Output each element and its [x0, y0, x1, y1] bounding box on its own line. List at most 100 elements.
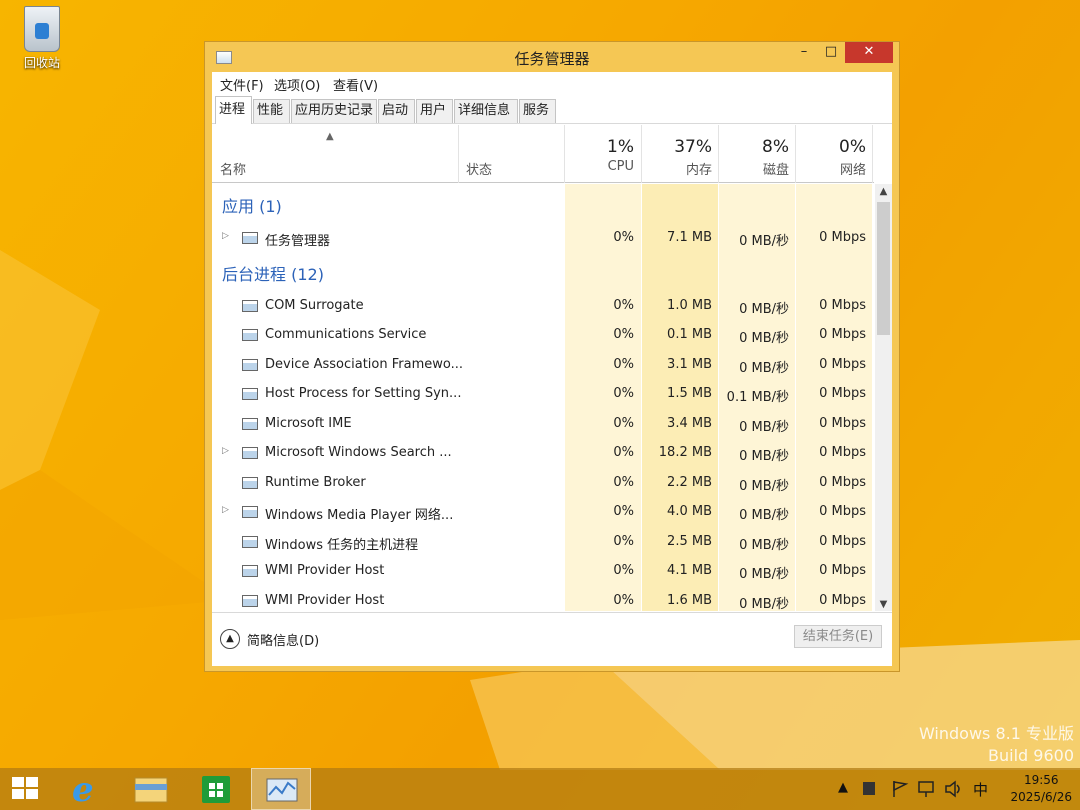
process-memory: 1.6 MB: [667, 592, 712, 608]
process-list: 应用 (1) ▷ 任务管理器 0% 7.1 MB 0 MB/秒 0 Mbps 后台进程 (12…: [212, 184, 874, 611]
internet-explorer-button[interactable]: e: [58, 768, 118, 810]
title-bar[interactable]: 任务管理器 – □ ✕: [205, 42, 899, 72]
column-headers: ▲ 名称 状态 1% CPU 37% 内存 8% 磁盘 0% 网络: [212, 125, 874, 183]
volume-icon[interactable]: [944, 779, 964, 810]
fewer-details-link[interactable]: 简略信息(D): [247, 630, 319, 649]
process-row[interactable]: Device Association Framewo... 0% 3.1 MB 0 M…: [212, 351, 874, 380]
process-memory: 2.5 MB: [667, 533, 712, 549]
recycle-bin-icon[interactable]: 回收站: [14, 6, 70, 71]
process-row[interactable]: Host Process for Setting Syn... 0% 1.5 MB 0…: [212, 380, 874, 409]
process-icon: [242, 358, 258, 371]
process-network: 0 Mbps: [819, 297, 866, 313]
close-button[interactable]: ✕: [845, 42, 893, 63]
network-icon[interactable]: [917, 779, 937, 810]
process-cpu: 0%: [613, 386, 634, 401]
maximize-button[interactable]: □: [817, 42, 845, 63]
process-memory: 3.1 MB: [667, 356, 712, 372]
menu-view[interactable]: 查看(V): [333, 75, 378, 94]
column-disk[interactable]: 磁盘: [718, 159, 789, 178]
menu-file[interactable]: 文件(F): [220, 75, 264, 94]
process-row[interactable]: ▷ Windows Media Player 网络... 0% 4.0 MB 0 MB/…: [212, 498, 874, 527]
process-disk: 0 MB/秒: [739, 537, 789, 553]
process-cpu: 0%: [613, 504, 634, 519]
taskbar: e ▲ 中 19:56 2025/6/26: [0, 768, 1080, 810]
system-clock[interactable]: 19:56 2025/6/26: [1010, 772, 1072, 806]
column-network[interactable]: 网络: [795, 159, 866, 178]
trash-icon: [24, 6, 60, 52]
process-icon: [242, 232, 258, 244]
column-cpu[interactable]: CPU: [564, 159, 634, 174]
process-cpu: 0%: [613, 230, 634, 245]
expand-arrow-icon[interactable]: ▷: [222, 231, 229, 241]
tab-app-history[interactable]: 应用历史记录: [291, 99, 377, 123]
tab-services[interactable]: 服务: [519, 99, 556, 123]
tab-performance[interactable]: 性能: [253, 99, 290, 123]
column-status[interactable]: 状态: [466, 159, 492, 178]
column-memory[interactable]: 内存: [641, 159, 712, 178]
start-button[interactable]: [0, 768, 60, 810]
window-content: 文件(F) 选项(O) 查看(V) 进程 性能 应用历史记录 启动 用户 详细信…: [212, 72, 892, 666]
process-network: 0 Mbps: [819, 415, 866, 431]
process-icon: [242, 447, 258, 459]
expand-arrow-icon[interactable]: ▷: [222, 505, 229, 515]
show-hidden-icons[interactable]: ▲: [838, 780, 848, 810]
process-network: 0 Mbps: [819, 445, 866, 460]
process-row[interactable]: WMI Provider Host 0% 4.1 MB 0 MB/秒 0 Mbps: [212, 557, 874, 586]
column-name[interactable]: 名称: [220, 159, 246, 178]
process-memory: 4.0 MB: [667, 504, 712, 519]
process-memory: 4.1 MB: [667, 563, 712, 578]
minimize-button[interactable]: –: [791, 42, 817, 63]
disk-total[interactable]: 8%: [718, 137, 789, 157]
flag-icon[interactable]: [890, 779, 910, 810]
process-icon: [242, 417, 258, 430]
process-cpu: 0%: [613, 356, 634, 372]
svg-text:e: e: [72, 770, 94, 810]
process-disk: 0 MB/秒: [739, 234, 789, 249]
end-task-button[interactable]: 结束任务(E): [794, 625, 882, 648]
process-network: 0 Mbps: [819, 386, 866, 401]
process-name: WMI Provider Host: [265, 563, 385, 578]
tab-details[interactable]: 详细信息: [454, 99, 518, 123]
process-name: Microsoft IME: [265, 415, 352, 431]
process-name: Microsoft Windows Search ...: [265, 445, 452, 460]
process-row[interactable]: Communications Service 0% 0.1 MB 0 MB/秒 0 Mb…: [212, 321, 874, 350]
memory-total[interactable]: 37%: [641, 137, 712, 157]
scrollbar-thumb[interactable]: [877, 202, 890, 335]
scroll-down-icon[interactable]: ▼: [875, 599, 892, 610]
process-cpu: 0%: [613, 563, 634, 578]
process-name: Device Association Framewo...: [265, 356, 464, 372]
vertical-scrollbar[interactable]: ▲ ▼: [875, 184, 892, 611]
menu-options[interactable]: 选项(O): [274, 75, 320, 94]
process-icon: [242, 535, 258, 548]
tab-processes[interactable]: 进程: [215, 96, 252, 124]
action-center-icon[interactable]: [860, 780, 878, 810]
process-name: WMI Provider Host: [265, 592, 385, 608]
scroll-up-icon[interactable]: ▲: [875, 186, 892, 197]
process-row[interactable]: WMI Provider Host 0% 1.6 MB 0 MB/秒 0 Mbps: [212, 587, 874, 611]
process-row[interactable]: Windows 任务的主机进程 0% 2.5 MB 0 MB/秒 0 Mbps: [212, 528, 874, 557]
process-row[interactable]: ▷ Microsoft Windows Search ... 0% 18.2 MB 0 …: [212, 439, 874, 468]
process-memory: 3.4 MB: [667, 415, 712, 431]
cpu-total[interactable]: 1%: [564, 137, 634, 157]
process-icon: [242, 476, 258, 489]
collapse-up-icon[interactable]: ▲: [220, 629, 240, 649]
tab-users[interactable]: 用户: [416, 99, 453, 123]
task-manager-taskbar-button[interactable]: [251, 768, 311, 810]
network-total[interactable]: 0%: [795, 137, 866, 157]
process-network: 0 Mbps: [819, 592, 866, 608]
process-cpu: 0%: [613, 297, 634, 313]
process-row[interactable]: COM Surrogate 0% 1.0 MB 0 MB/秒 0 Mbps: [212, 292, 874, 321]
watermark-edition: Windows 8.1 专业版: [918, 724, 1074, 743]
recycle-bin-label: 回收站: [23, 56, 60, 70]
ime-indicator[interactable]: 中: [973, 779, 988, 810]
expand-arrow-icon[interactable]: ▷: [222, 446, 229, 456]
store-button[interactable]: [186, 768, 246, 810]
process-network: 0 Mbps: [819, 504, 866, 519]
tab-startup[interactable]: 启动: [378, 99, 415, 123]
process-row[interactable]: Microsoft IME 0% 3.4 MB 0 MB/秒 0 Mbps: [212, 410, 874, 439]
file-explorer-button[interactable]: [120, 768, 180, 810]
watermark-build: Build 9600: [988, 746, 1074, 765]
process-row[interactable]: ▷ 任务管理器 0% 7.1 MB 0 MB/秒 0 Mbps: [212, 224, 874, 253]
process-icon: [242, 565, 258, 577]
process-row[interactable]: Runtime Broker 0% 2.2 MB 0 MB/秒 0 Mbps: [212, 469, 874, 498]
